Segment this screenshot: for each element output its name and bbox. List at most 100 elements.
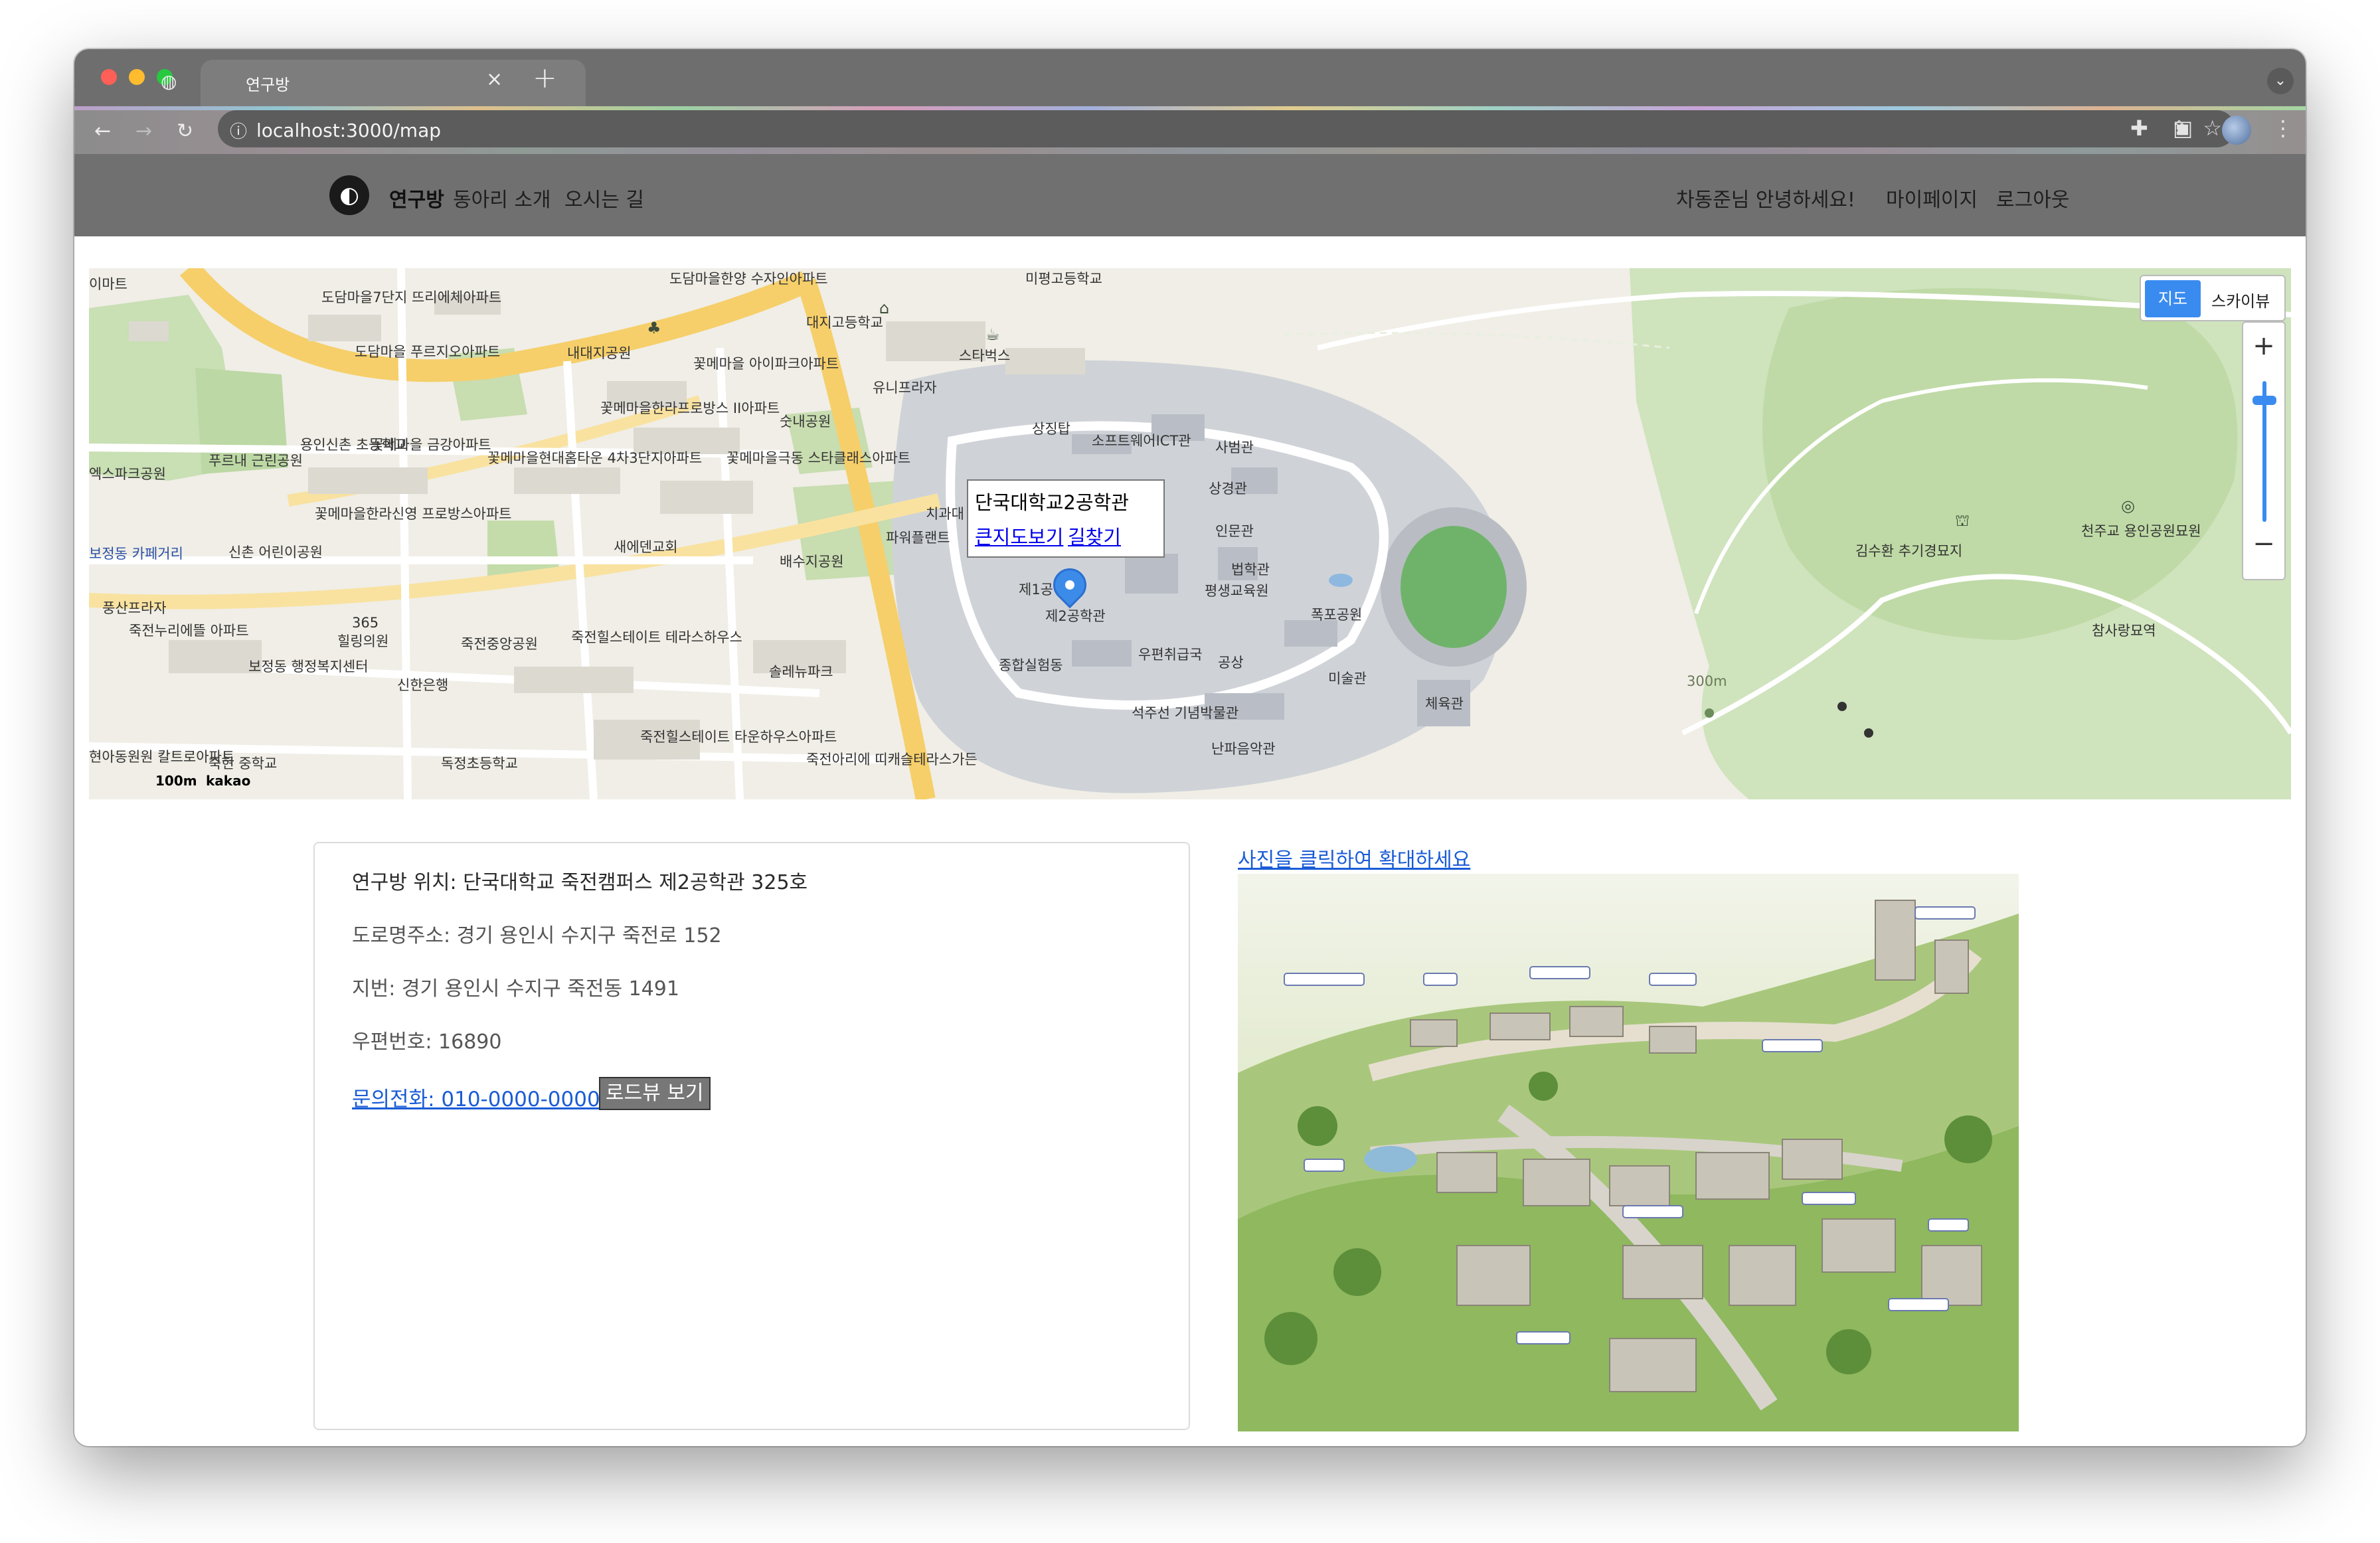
map-label: 독정초등학교 xyxy=(441,756,518,772)
map-label: 힐링의원 xyxy=(337,633,389,649)
campus-illustration xyxy=(1238,874,2019,1431)
map-label: 미평고등학교 xyxy=(1025,271,1102,287)
map-label: 이마트 xyxy=(89,276,128,292)
map-label: 내대지공원 xyxy=(567,345,632,361)
extensions-puzzle-icon[interactable]: ✚ xyxy=(2130,116,2148,141)
map-label: 도담마을 푸르지오아파트 xyxy=(355,344,501,360)
map-label: 공상 xyxy=(1218,655,1244,671)
map-label: 꽃메마을한라프로방스 II아파트 xyxy=(600,400,780,416)
map-label: 인문관 xyxy=(1215,523,1254,539)
map-label: 우편취급국 xyxy=(1138,647,1203,663)
map-label: 신촌 어린이공원 xyxy=(228,544,323,560)
map-label: 도담마을7단지 뜨리에체아파트 xyxy=(321,289,502,305)
side-panel-icon[interactable]: ▣ xyxy=(2173,116,2193,141)
map-scale: 100m xyxy=(155,773,197,789)
globe-icon: ◍ xyxy=(161,70,177,92)
map-label: 제2공학관 xyxy=(1045,608,1106,624)
map-label: 숫내공원 xyxy=(780,414,831,430)
tab-close-icon[interactable]: × xyxy=(486,68,503,91)
phone-link[interactable]: 문의전화: 010-0000-0000 xyxy=(352,1082,600,1112)
map-label: 죽전누리에뜰 아파트 xyxy=(129,623,249,639)
directions-link[interactable]: 길찾기 xyxy=(1068,522,1121,550)
zoom-control: + − xyxy=(2242,321,2286,580)
forward-arrow-icon[interactable]: → xyxy=(135,120,152,143)
map-label: 죽전힐스테이트 테라스하우스 xyxy=(571,629,742,645)
map-label: 제1공 xyxy=(1019,582,1054,598)
back-arrow-icon[interactable]: ← xyxy=(94,120,111,143)
map-label: 미술관 xyxy=(1328,671,1367,687)
map-label: 꽃메마을극동 스타클래스아파트 xyxy=(726,450,911,466)
map-label: 소프트웨어ICT관 xyxy=(1092,433,1191,449)
nav-logout[interactable]: 로그아웃 xyxy=(1996,183,2069,212)
map-label: 도담마을한양 수자인아파트 xyxy=(669,271,828,287)
kakao-map[interactable]: 이마트 도담마을7단지 뜨리에체아파트 도담마을 푸르지오아파트 내대지공원 꽃… xyxy=(89,268,2291,799)
user-greeting: 차동준님 안녕하세요! xyxy=(1676,189,1855,212)
location-text: 연구방 위치: 단국대학교 죽전캠퍼스 제2공학관 325호 xyxy=(352,871,808,894)
map-type-map-button[interactable]: 지도 xyxy=(2145,280,2201,317)
map-label: 300m xyxy=(1687,673,1727,689)
map-label: 새에덴교회 xyxy=(614,539,678,555)
tree-icon: ♣ xyxy=(647,319,661,337)
map-label: 죽현 중학교 xyxy=(209,756,278,772)
tab-title: 연구방 xyxy=(246,76,290,94)
kakao-logo: kakao xyxy=(206,773,251,789)
school-icon: ⌂ xyxy=(879,299,890,317)
map-label: 꽃메마을한라신영 프로방스아파트 xyxy=(315,506,512,522)
nav-about[interactable]: 동아리 소개 xyxy=(453,183,551,212)
map-label: 폭포공원 xyxy=(1311,607,1363,623)
logo-icon[interactable]: ◐ xyxy=(329,175,369,215)
zoom-slider-handle[interactable] xyxy=(2252,396,2276,405)
map-label: 평생교육원 xyxy=(1205,583,1269,599)
photo-enlarge-link[interactable]: 사진을 클릭하여 확대하세요 xyxy=(1238,843,1470,872)
site-header: ◐ 연구방 동아리 소개 오시는 길 차동준님 안녕하세요! 마이페이지 로그아… xyxy=(74,154,2306,236)
map-label: 배수지공원 xyxy=(780,554,844,570)
nav-mypage[interactable]: 마이페이지 xyxy=(1886,183,1978,212)
postal-code-text: 우편번호: 16890 xyxy=(352,1030,502,1054)
big-map-link[interactable]: 큰지도보기 xyxy=(975,522,1063,550)
more-menu-icon[interactable]: ⋮ xyxy=(2272,116,2294,141)
map-label: 천주교 용인공원묘원 xyxy=(2081,523,2201,539)
map-label: 스타벅스 xyxy=(959,348,1011,364)
map-label: 보정동 카페거리 xyxy=(89,546,183,562)
map-label: 사범관 xyxy=(1215,440,1254,455)
map-label: 365 xyxy=(352,615,379,631)
map-label: 상경관 xyxy=(1209,481,1247,497)
new-tab-button[interactable]: + xyxy=(533,61,557,95)
site-info-icon[interactable]: ⓘ xyxy=(230,118,247,143)
nav-directions[interactable]: 오시는 길 xyxy=(564,183,644,212)
close-window-button[interactable] xyxy=(101,69,117,85)
map-label: 푸르내 근린공원 xyxy=(209,453,303,469)
profile-avatar[interactable] xyxy=(2222,116,2251,145)
map-label: 죽전중앙공원 xyxy=(461,636,538,652)
campus-map-photo[interactable] xyxy=(1238,874,2019,1431)
address-bar[interactable]: ⓘ localhost:3000/map ⇪ ☆ xyxy=(218,110,2235,147)
tab-strip: ◍ 연구방 × + ⌄ xyxy=(74,49,2306,106)
map-label: 난파음악관 xyxy=(1211,741,1276,757)
bookmark-star-icon[interactable]: ☆ xyxy=(2203,116,2222,141)
cafe-icon: ☕ xyxy=(985,325,1000,344)
map-label: 솔레뉴파크 xyxy=(769,664,833,680)
url-text[interactable]: localhost:3000/map xyxy=(256,120,441,141)
place-pin-icon: ◎ xyxy=(2121,497,2135,515)
map-label: 유니프라자 xyxy=(873,380,937,396)
grave-icon: ⛫ xyxy=(1955,511,1970,530)
browser-window: ◍ 연구방 × + ⌄ ← → ↻ ⓘ localhost:3000/map ⇪… xyxy=(74,49,2306,1446)
map-label: 체육관 xyxy=(1425,696,1464,712)
map-info-window: 단국대학교2공학관 큰지도보기 길찾기 xyxy=(967,479,1165,558)
browser-toolbar: ← → ↻ ⓘ localhost:3000/map ⇪ ☆ ✚ ▣ ⋮ xyxy=(74,106,2306,154)
map-label: 참사랑묘역 xyxy=(2092,623,2156,639)
tab-search-chevron-icon[interactable]: ⌄ xyxy=(2267,68,2294,94)
roadview-button[interactable]: 로드뷰 보기 xyxy=(599,1077,711,1110)
minimize-window-button[interactable] xyxy=(129,69,145,85)
map-label: 상징탑 xyxy=(1032,421,1070,437)
zoom-in-button[interactable]: + xyxy=(2243,331,2284,361)
zoom-out-button[interactable]: − xyxy=(2243,528,2284,559)
lot-address-text: 지번: 경기 용인시 수지구 죽전동 1491 xyxy=(352,977,679,1001)
reload-icon[interactable]: ↻ xyxy=(177,120,193,143)
brand-link[interactable]: 연구방 xyxy=(389,183,444,212)
map-type-skyview-button[interactable]: 스카이뷰 xyxy=(2211,288,2270,311)
map-label: 석주선 기념박물관 xyxy=(1132,705,1239,721)
location-info-card: 연구방 위치: 단국대학교 죽전캠퍼스 제2공학관 325호 도로명주소: 경기… xyxy=(313,842,1190,1430)
map-label: 파워플랜트 xyxy=(886,530,950,546)
map-label: 종합실험동 xyxy=(999,657,1063,673)
